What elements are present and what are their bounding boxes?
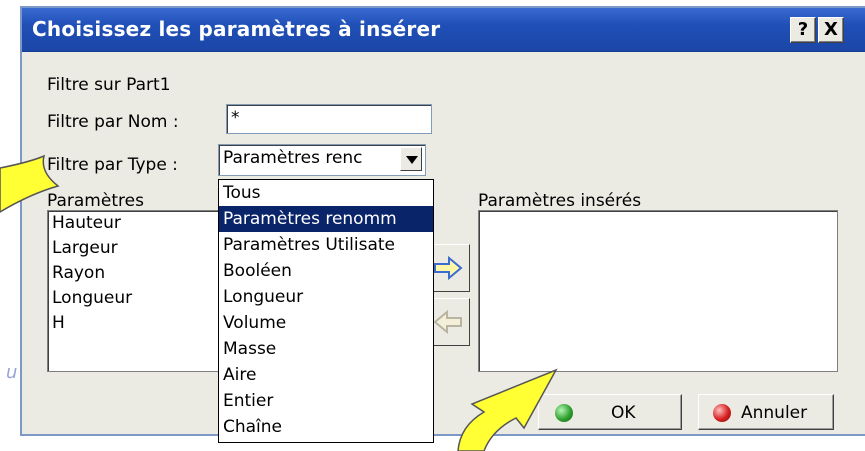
dropdown-option[interactable]: Longueur bbox=[219, 284, 433, 310]
list-item[interactable]: Longueur bbox=[48, 286, 236, 311]
filter-type-dropdown-button[interactable] bbox=[400, 147, 422, 171]
dropdown-option[interactable]: Booléen bbox=[219, 258, 433, 284]
dropdown-option[interactable]: Masse bbox=[219, 336, 433, 362]
parameters-list[interactable]: Hauteur Largeur Rayon Longueur H bbox=[47, 210, 237, 372]
list-item[interactable]: Rayon bbox=[48, 261, 236, 286]
chevron-down-icon bbox=[406, 156, 418, 164]
list-item[interactable]: H bbox=[48, 311, 236, 336]
dropdown-option[interactable]: Entier bbox=[219, 388, 433, 414]
filter-type-value: Paramètres renc bbox=[223, 148, 363, 168]
cancel-button-label: Annuler bbox=[741, 403, 808, 423]
background-text-fragment: u bbox=[6, 362, 18, 383]
dialog-title: Choisissez les paramètres à insérer bbox=[32, 17, 441, 41]
inserted-parameters-list[interactable] bbox=[478, 210, 838, 372]
dropdown-option[interactable]: Tous bbox=[219, 180, 433, 206]
dropdown-option[interactable]: Chaîne bbox=[219, 414, 433, 440]
dropdown-option[interactable]: Paramètres Utilisate bbox=[219, 232, 433, 258]
dropdown-option[interactable]: Aire bbox=[219, 362, 433, 388]
insert-parameters-dialog: Choisissez les paramètres à insérer ? X … bbox=[20, 6, 865, 443]
dropdown-option-selected[interactable]: Paramètres renomm bbox=[219, 206, 433, 232]
parameters-label: Paramètres bbox=[47, 191, 144, 211]
list-item[interactable]: Largeur bbox=[48, 236, 236, 261]
green-dot-icon bbox=[555, 404, 573, 422]
help-button[interactable]: ? bbox=[790, 17, 816, 43]
filter-name-input[interactable]: * bbox=[226, 104, 432, 134]
ok-button[interactable]: OK bbox=[538, 394, 682, 430]
close-button[interactable]: X bbox=[818, 17, 844, 43]
title-bar: Choisissez les paramètres à insérer ? X bbox=[22, 8, 865, 52]
stage: u Choisissez les paramètres à insérer ? … bbox=[0, 0, 865, 451]
ok-button-label: OK bbox=[611, 403, 636, 423]
cancel-button[interactable]: Annuler bbox=[698, 394, 834, 430]
filter-type-select[interactable]: Paramètres renc bbox=[218, 144, 426, 176]
filter-name-label: Filtre par Nom : bbox=[47, 112, 179, 132]
filter-source-label: Filtre sur Part1 bbox=[47, 75, 171, 95]
list-item[interactable]: Hauteur bbox=[48, 211, 236, 236]
dropdown-option[interactable]: Volume bbox=[219, 310, 433, 336]
red-dot-icon bbox=[713, 404, 731, 422]
inserted-parameters-label: Paramètres insérés bbox=[478, 191, 642, 211]
filter-type-dropdown-list[interactable]: Tous Paramètres renomm Paramètres Utilis… bbox=[218, 179, 434, 443]
filter-type-label: Filtre par Type : bbox=[47, 155, 178, 175]
